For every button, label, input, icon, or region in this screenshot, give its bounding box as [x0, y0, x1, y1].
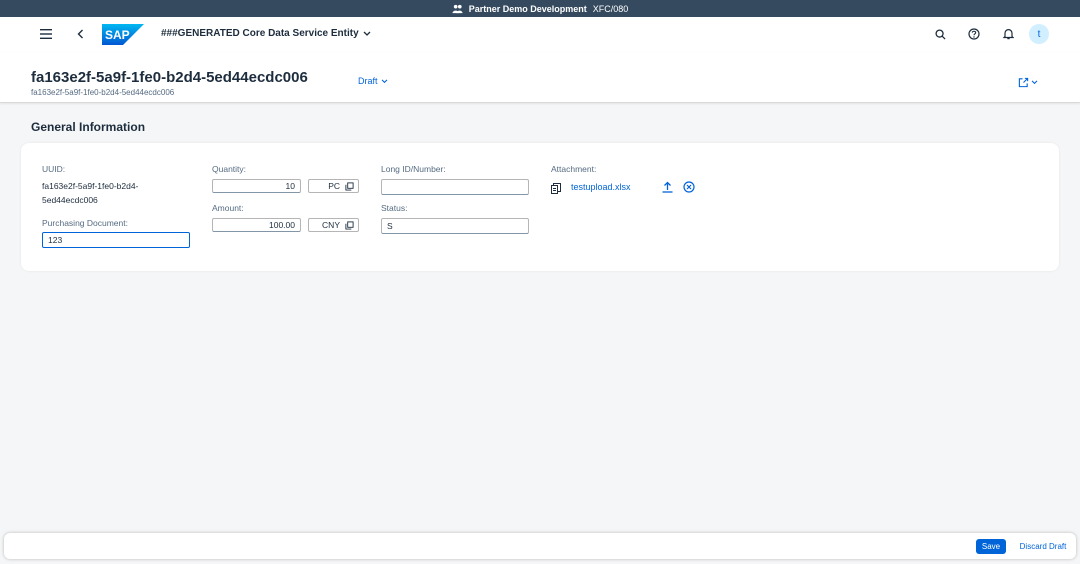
- menu-icon[interactable]: [38, 26, 54, 42]
- uuid-value-line2: 5ed44ecdc006: [42, 195, 98, 205]
- value-help-icon[interactable]: [345, 181, 354, 191]
- user-avatar[interactable]: t: [1029, 24, 1049, 44]
- notification-bell-icon[interactable]: [1000, 26, 1016, 42]
- uuid-value-line1: fa163e2f-5a9f-1fe0-b2d4-: [42, 181, 139, 191]
- group-icon: [452, 3, 463, 14]
- amount-label: Amount:: [212, 203, 244, 213]
- value-help-icon[interactable]: [345, 220, 354, 230]
- chevron-down-icon: [381, 78, 387, 83]
- draft-status-menu[interactable]: Draft: [358, 76, 388, 86]
- page-title: fa163e2f-5a9f-1fe0-b2d4-5ed44ecdc006: [31, 69, 308, 86]
- page-subtitle: fa163e2f-5a9f-1fe0-b2d4-5ed44ecdc006: [31, 88, 175, 97]
- system-title: Partner Demo Development: [468, 3, 587, 14]
- currency-field[interactable]: CNY: [308, 218, 359, 232]
- app-title-menu[interactable]: ###GENERATED Core Data Service Entity: [161, 28, 371, 39]
- svg-text:SAP: SAP: [105, 28, 130, 42]
- app-title: ###GENERATED Core Data Service Entity: [161, 28, 359, 39]
- help-icon[interactable]: [966, 26, 982, 42]
- chevron-down-icon: [363, 31, 371, 36]
- share-icon: [1018, 77, 1029, 87]
- section-title: General Information: [31, 120, 146, 134]
- general-information-card: [21, 143, 1059, 271]
- purchasing-document-label: Purchasing Document:: [42, 218, 128, 228]
- status-label: Status:: [381, 203, 408, 213]
- system-id: XFC/080: [592, 3, 629, 14]
- system-bar: Partner Demo Development XFC/080: [0, 0, 1080, 17]
- quantity-unit-value: PC: [328, 181, 340, 191]
- quantity-unit-field[interactable]: PC: [308, 179, 359, 193]
- amount-input[interactable]: 100.00: [212, 218, 301, 232]
- share-button[interactable]: [1018, 74, 1046, 90]
- status-input[interactable]: S: [381, 218, 529, 234]
- back-icon[interactable]: [74, 26, 86, 42]
- search-icon[interactable]: [932, 26, 948, 42]
- attachment-label: Attachment:: [551, 164, 597, 174]
- long-id-input[interactable]: [381, 179, 529, 195]
- discard-draft-button[interactable]: Discard Draft: [1014, 539, 1072, 554]
- quantity-label: Quantity:: [212, 164, 247, 174]
- upload-icon[interactable]: [662, 180, 673, 198]
- quantity-input[interactable]: 10: [212, 179, 301, 193]
- sap-logo[interactable]: SAP: [102, 24, 144, 45]
- spreadsheet-file-icon: [551, 181, 561, 199]
- attachment-file-link[interactable]: testupload.xlsx: [571, 182, 631, 192]
- uuid-label: UUID:: [42, 164, 66, 174]
- remove-attachment-icon[interactable]: [683, 180, 695, 198]
- chevron-down-icon: [1031, 79, 1038, 84]
- long-id-label: Long ID/Number:: [381, 164, 446, 174]
- draft-label: Draft: [358, 76, 378, 86]
- shell-bar: SAP ###GENERATED Core Data Service Entit…: [0, 17, 1080, 52]
- save-button[interactable]: Save: [976, 539, 1006, 554]
- footer-toolbar: Save Discard Draft: [4, 533, 1076, 559]
- object-page-header: fa163e2f-5a9f-1fe0-b2d4-5ed44ecdc006 fa1…: [0, 52, 1080, 103]
- purchasing-document-input[interactable]: 123: [42, 232, 190, 248]
- currency-value: CNY: [322, 220, 340, 230]
